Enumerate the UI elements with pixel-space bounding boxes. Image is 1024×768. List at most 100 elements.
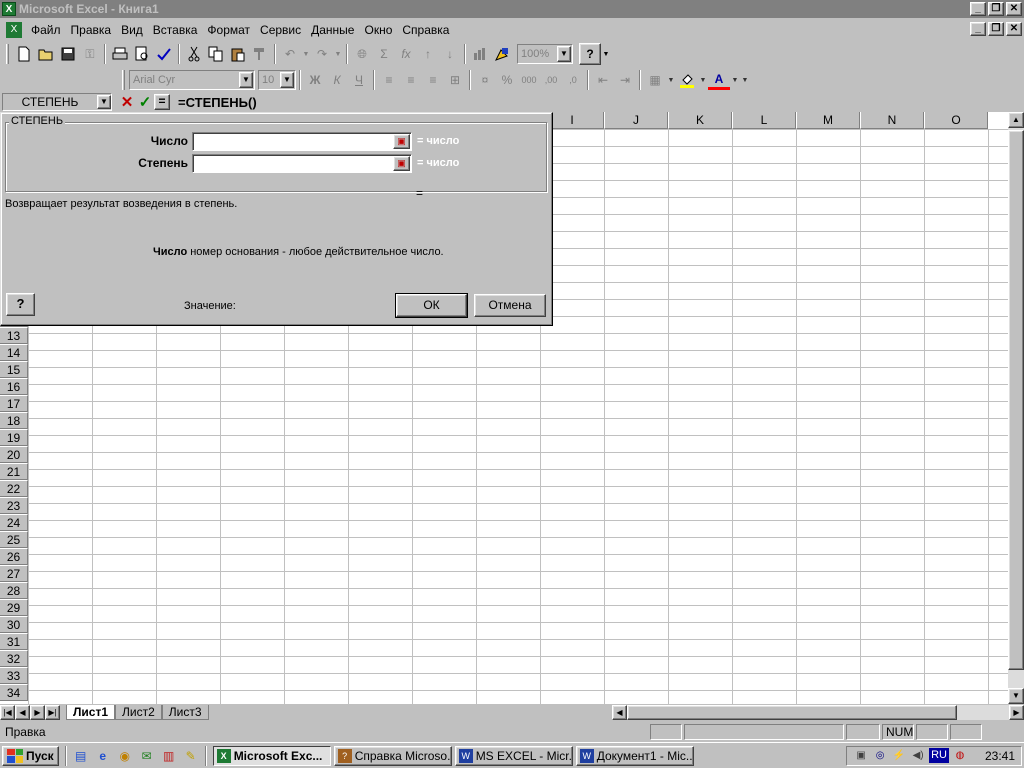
chevron-down-icon[interactable]: ▼ — [557, 46, 571, 62]
font-size-combo[interactable]: 10 ▼ — [258, 70, 296, 90]
borders-icon[interactable]: ▦ — [644, 69, 666, 91]
save-icon[interactable] — [57, 43, 79, 65]
menu-tools[interactable]: Сервис — [255, 23, 306, 37]
paste-icon[interactable] — [227, 43, 249, 65]
last-sheet-icon[interactable]: ▶| — [45, 705, 60, 720]
column-header-m[interactable]: M — [796, 112, 860, 129]
toolbar-options-icon[interactable]: ▼ — [601, 43, 611, 65]
open-folder-icon[interactable] — [35, 43, 57, 65]
clock[interactable]: 23:41 — [985, 749, 1015, 763]
print-icon[interactable] — [109, 43, 131, 65]
cut-icon[interactable] — [183, 43, 205, 65]
workbook-minimize-button[interactable]: _ — [970, 22, 986, 36]
explorer-icon[interactable]: ◉ — [116, 747, 134, 765]
next-sheet-icon[interactable]: ▶ — [30, 705, 45, 720]
toolbar-options-icon[interactable]: ▼ — [740, 69, 750, 91]
start-button[interactable]: Пуск — [2, 745, 59, 766]
name-box[interactable]: СТЕПЕНЬ ▼ — [2, 93, 112, 111]
scheduler-icon[interactable]: ▣ — [853, 748, 869, 764]
menu-edit[interactable]: Правка — [66, 23, 117, 37]
column-header-l[interactable]: L — [732, 112, 796, 129]
volume-icon[interactable]: ◀) — [910, 748, 926, 764]
toolbar-grip[interactable] — [6, 44, 9, 64]
excel-app-icon[interactable]: X — [2, 2, 16, 16]
menu-help[interactable]: Справка — [397, 23, 454, 37]
sheet-tab-1[interactable]: Лист1 — [66, 705, 116, 720]
task-button-help[interactable]: ? Справка Microso... — [333, 745, 452, 766]
row-header[interactable]: 32 — [0, 650, 28, 667]
row-header[interactable]: 34 — [0, 684, 28, 701]
collapse-dialog-icon[interactable]: ▣ — [393, 133, 410, 149]
decrease-indent-icon[interactable]: ⇤ — [592, 69, 614, 91]
merge-center-icon[interactable]: ⊞ — [444, 69, 466, 91]
number-input[interactable]: ▣ — [192, 131, 412, 151]
ok-button[interactable]: ОК — [395, 293, 468, 318]
column-header-o[interactable]: O — [924, 112, 988, 129]
undo-dropdown-icon[interactable]: ▼ — [301, 43, 311, 65]
sort-ascending-icon[interactable]: ↑ — [417, 43, 439, 65]
align-left-icon[interactable]: ≡ — [378, 69, 400, 91]
row-header[interactable]: 21 — [0, 463, 28, 480]
cancel-entry-icon[interactable]: ✕ — [118, 93, 136, 111]
autosum-icon[interactable]: Σ — [373, 43, 395, 65]
chevron-down-icon[interactable]: ▼ — [239, 72, 253, 88]
row-header[interactable]: 18 — [0, 412, 28, 429]
office-assistant-help-icon[interactable]: ? — [579, 43, 601, 65]
task-button-excel[interactable]: X Microsoft Exc... — [212, 745, 331, 766]
minimize-button[interactable]: _ — [970, 2, 986, 16]
fill-color-dropdown-icon[interactable]: ▼ — [698, 69, 708, 91]
show-desktop-icon[interactable]: ▤ — [72, 747, 90, 765]
formula-input[interactable]: =СТЕПЕНЬ() — [178, 95, 257, 110]
row-header[interactable]: 33 — [0, 667, 28, 684]
cd-player-icon[interactable]: ◎ — [872, 748, 888, 764]
drawing-icon[interactable] — [491, 43, 513, 65]
workbook-icon[interactable]: X — [6, 22, 22, 38]
row-header[interactable]: 19 — [0, 429, 28, 446]
help-button[interactable]: ? — [6, 293, 35, 316]
language-indicator[interactable]: RU — [929, 748, 949, 763]
row-header[interactable]: 31 — [0, 633, 28, 650]
row-header[interactable]: 28 — [0, 582, 28, 599]
new-document-icon[interactable] — [13, 43, 35, 65]
function-wizard-icon[interactable]: fx — [395, 43, 417, 65]
row-header[interactable]: 24 — [0, 514, 28, 531]
redo-dropdown-icon[interactable]: ▼ — [333, 43, 343, 65]
italic-button[interactable]: К — [326, 69, 348, 91]
row-header[interactable]: 20 — [0, 446, 28, 463]
row-header[interactable]: 13 — [0, 327, 28, 344]
menu-view[interactable]: Вид — [116, 23, 148, 37]
collapse-dialog-icon[interactable]: ▣ — [393, 155, 410, 171]
scroll-right-icon[interactable]: ▶ — [1009, 705, 1024, 720]
column-header-j[interactable]: J — [604, 112, 668, 129]
prev-sheet-icon[interactable]: ◀ — [15, 705, 30, 720]
menu-data[interactable]: Данные — [306, 23, 359, 37]
zoom-combo[interactable]: 100% ▼ — [517, 44, 573, 64]
print-preview-icon[interactable] — [131, 43, 153, 65]
pencil-icon[interactable]: ✎ — [182, 747, 200, 765]
comma-style-button[interactable]: 000 — [518, 69, 540, 91]
menu-window[interactable]: Окно — [359, 23, 397, 37]
workbook-restore-button[interactable]: ❐ — [988, 22, 1004, 36]
undo-icon[interactable]: ↶ — [279, 43, 301, 65]
row-header[interactable]: 25 — [0, 531, 28, 548]
fill-color-icon[interactable] — [676, 69, 698, 91]
column-header-k[interactable]: K — [668, 112, 732, 129]
horizontal-scroll-thumb[interactable] — [627, 705, 957, 720]
task-button-word-1[interactable]: W MS EXCEL - Micr... — [454, 745, 573, 766]
outlook-icon[interactable]: ✉ — [138, 747, 156, 765]
sort-descending-icon[interactable]: ↓ — [439, 43, 461, 65]
network-icon[interactable]: ◍ — [952, 748, 968, 764]
spelling-icon[interactable] — [153, 43, 175, 65]
increase-indent-icon[interactable]: ⇥ — [614, 69, 636, 91]
menu-format[interactable]: Формат — [202, 23, 255, 37]
row-header[interactable]: 15 — [0, 361, 28, 378]
column-header-n[interactable]: N — [860, 112, 924, 129]
first-sheet-icon[interactable]: |◀ — [0, 705, 15, 720]
chevron-down-icon[interactable]: ▼ — [97, 95, 111, 109]
scroll-down-icon[interactable]: ▼ — [1008, 688, 1024, 704]
align-center-icon[interactable]: ≡ — [400, 69, 422, 91]
row-header[interactable]: 22 — [0, 480, 28, 497]
scroll-left-icon[interactable]: ◀ — [612, 705, 627, 720]
decrease-decimal-button[interactable]: ,0 — [562, 69, 584, 91]
underline-button[interactable]: Ч — [348, 69, 370, 91]
